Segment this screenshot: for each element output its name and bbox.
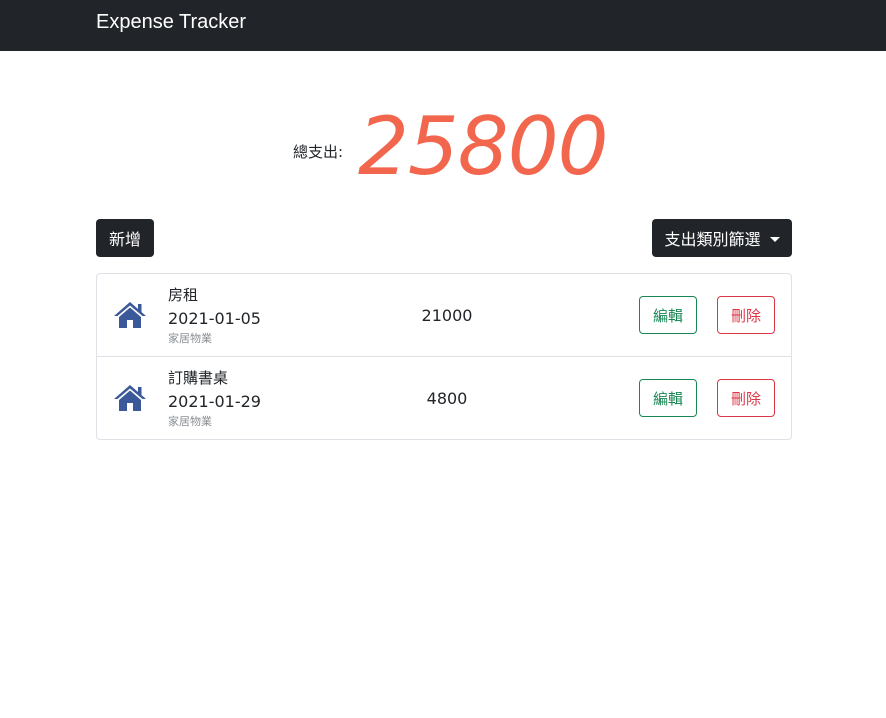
expense-amount: 4800 [426,389,468,408]
expense-date: 2021-01-05 [168,309,261,328]
edit-button[interactable]: 編輯 [639,379,697,417]
total-amount: 25800 [358,100,608,193]
delete-button[interactable]: 刪除 [717,379,775,417]
total-label: 總支出: [293,143,344,161]
expense-amount: 21000 [421,306,473,325]
add-button[interactable]: 新增 [96,219,154,257]
brand-title[interactable]: Expense Tracker [96,10,246,34]
home-icon [114,302,146,328]
expense-category: 家居物業 [168,415,212,428]
expense-name: 房租 [168,286,199,304]
navbar: Expense Tracker [0,0,886,51]
home-icon [114,385,146,411]
expense-name: 訂購書桌 [168,369,229,387]
delete-button[interactable]: 刪除 [717,296,775,334]
category-filter-dropdown[interactable]: 支出類別篩選 [652,219,792,257]
expense-category: 家居物業 [168,332,212,345]
expense-date: 2021-01-29 [168,392,261,411]
caret-down-icon [769,236,780,242]
edit-button[interactable]: 編輯 [639,296,697,334]
category-filter-label: 支出類別篩選 [664,230,761,249]
expense-list: 房租 2021-01-05 家居物業 21000 編輯 刪除 訂購書桌 2021… [96,273,792,440]
expense-row: 訂購書桌 2021-01-29 家居物業 4800 編輯 刪除 [97,357,791,439]
expense-row: 房租 2021-01-05 家居物業 21000 編輯 刪除 [97,274,791,357]
